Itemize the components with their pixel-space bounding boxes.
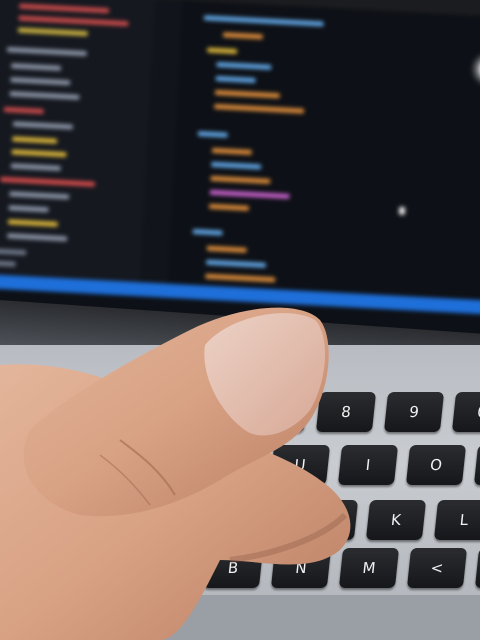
thumb-hand (0, 307, 351, 640)
photo-scene: 8 9 0 U I O P J K L B N M < (0, 0, 480, 640)
